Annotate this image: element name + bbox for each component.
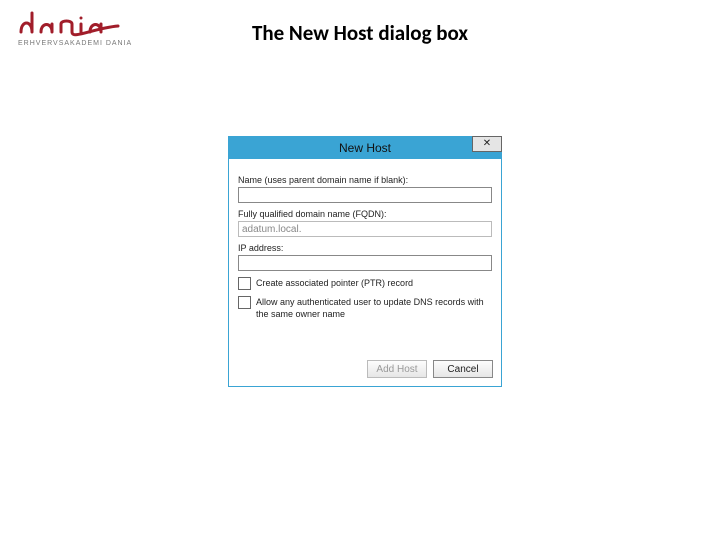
cancel-button-label: Cancel [447,364,478,375]
secure-update-checkbox-label: Allow any authenticated user to update D… [256,296,492,320]
close-icon: ✕ [483,139,491,149]
dialog-title: New Host [229,141,501,155]
name-input[interactable] [238,187,492,203]
ip-label: IP address: [238,243,492,253]
add-host-button-label: Add Host [376,364,417,375]
page-title: The New Host dialog box [0,20,720,46]
close-button[interactable]: ✕ [472,136,502,152]
ptr-checkbox[interactable] [238,277,251,290]
add-host-button[interactable]: Add Host [367,360,427,378]
fqdn-label: Fully qualified domain name (FQDN): [238,209,492,219]
ptr-checkbox-label: Create associated pointer (PTR) record [256,277,492,289]
secure-update-checkbox[interactable] [238,296,251,309]
fqdn-input [238,221,492,237]
new-host-dialog: New Host ✕ Name (uses parent domain name… [228,136,502,387]
name-label: Name (uses parent domain name if blank): [238,175,492,185]
ip-input[interactable] [238,255,492,271]
cancel-button[interactable]: Cancel [433,360,493,378]
dialog-titlebar: New Host ✕ [229,137,501,159]
